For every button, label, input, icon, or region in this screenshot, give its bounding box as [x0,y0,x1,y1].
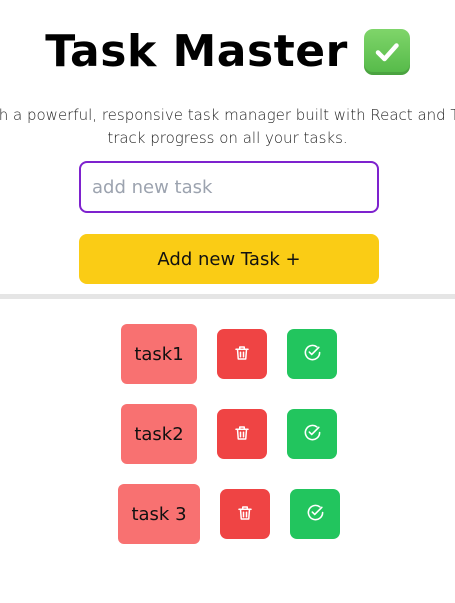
subtitle-line-1: ith a powerful, responsive task manager … [0,106,455,124]
check-circle-icon [303,423,322,445]
delete-task-button[interactable] [220,489,270,539]
task-master-app: Task Master ith a powerful, responsive t… [0,0,455,603]
divider [0,294,455,299]
complete-task-button[interactable] [287,329,337,379]
new-task-input[interactable] [79,161,379,213]
complete-task-button[interactable] [287,409,337,459]
task-label: task1 [121,324,197,384]
header: Task Master [0,28,455,76]
check-mark-button-icon [363,29,410,75]
trash-icon [233,344,251,365]
task-row: task2 [0,404,455,464]
check-circle-icon [306,503,325,525]
trash-icon [236,504,254,525]
task-row: task 3 [0,484,455,544]
delete-task-button[interactable] [217,409,267,459]
page-title: Task Master [45,26,348,77]
trash-icon [233,424,251,445]
task-label: task 3 [118,484,200,544]
delete-task-button[interactable] [217,329,267,379]
page-subtitle: ith a powerful, responsive task manager … [0,104,455,150]
check-circle-icon [303,343,322,365]
complete-task-button[interactable] [290,489,340,539]
subtitle-line-2: track progress on all your tasks. [107,129,348,147]
task-label: task2 [121,404,197,464]
add-task-button[interactable]: Add new Task + [79,234,379,284]
task-row: task1 [0,324,455,384]
